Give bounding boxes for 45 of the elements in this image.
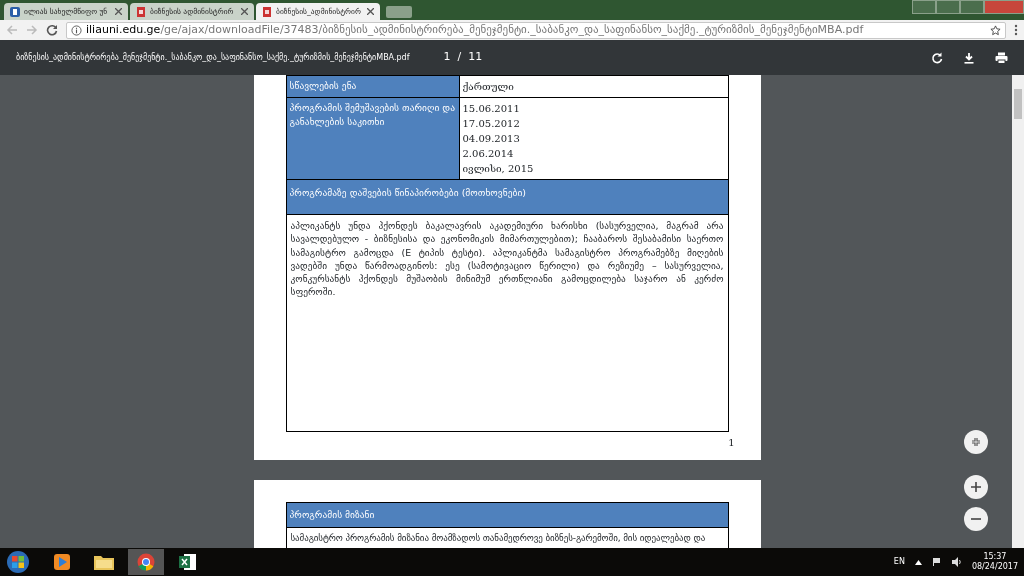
rotate-icon[interactable] [931,51,943,64]
page-indicator: 1 / 11 [443,49,483,66]
row-value: 17.05.2012 [462,117,521,131]
row-label: სწავლების ენა [286,76,460,97]
media-player-icon [53,553,71,571]
row-label: პროგრამის შემუშავების თარიღი და განახლების საკითხი [286,98,460,179]
menu-icon[interactable] [1014,24,1018,36]
fit-page-icon [971,437,981,447]
start-icon[interactable] [6,550,30,574]
section-heading: პროგრამაზე დაშვების წინაპირობები (მოთხოვნები) [286,179,728,215]
document-icon [262,6,272,17]
row-value: 15.06.2011 [462,102,521,116]
logo-icon [10,6,20,17]
print-icon[interactable] [995,51,1008,64]
clock[interactable]: 15:37 08/24/2017 [971,552,1018,572]
scrollbar[interactable] [1012,75,1024,548]
row-value: ივლისი, 2015 [462,162,535,176]
browser-icon [137,553,155,571]
zoom-in-button[interactable] [964,475,988,499]
chevron-up-icon[interactable] [914,559,922,565]
url-field[interactable]: iliauni.edu.ge/ge/ajax/downloadFile/37483/ბიზნესის_ადმინისტრირება_მენეჯმენტი._საბანკო_და_საფინანსო_საქმე._ტურიზმის_მენეჯმენტიMBA.pdf [66,21,1006,39]
download-icon[interactable] [963,51,975,64]
spreadsheet-icon [179,553,197,571]
star-icon[interactable] [990,24,1001,36]
row-value: 2.06.2014 [462,147,515,161]
flag-icon[interactable] [931,557,942,567]
row-value: ქართული [462,80,515,94]
section-paragraph: აპლიკანტს უნდა ჰქონდეს ბაკალავრის აკადემიური ხარისხი (სასურველია, მაგრამ არა სავალდებულო - ბიზნესისა და ეკონომიკის მიმართულებით); ჩააბაროს შესაბამისი საერთო სამაგისტრო გამოცდა (E ტიპის ტესტი). აპლიკანტმა სამაგისტრო პროგრამებზე მიღების ვადებში უნდა წარმოადგინოს: ესე (სამოტივაციო წერილი) და რეზიუმე – სასურველია, კონკურსანტს ჰქონდეს მუშაობის მინიმუმ ერთწლიანი გამოცდილება საჯარო ან კერძო სფეროში. [286,214,728,432]
close-icon[interactable] [115,8,122,15]
zoom-out-button[interactable] [964,507,988,531]
folder-icon [94,554,114,570]
speaker-icon[interactable] [951,557,962,567]
page-number: 1 [728,436,735,451]
language-indicator[interactable]: EN [893,556,905,568]
close-icon[interactable] [367,8,374,15]
close-icon[interactable] [241,8,248,15]
fit-page-button[interactable] [964,430,988,454]
file-name: ბიზნესის_ადმინისტრირება_მენეჯმენტი._საბანკო_და_საფინანსო_საქმე._ტურიზმის_მენეჯმენტიMBA.pdf [16,51,410,64]
reload-icon[interactable] [46,24,58,36]
section-heading: პროგრამის მიზანი [286,502,728,528]
row-value: 04.09.2013 [462,132,521,146]
info-icon [71,24,82,36]
document-icon [136,6,146,17]
scroll-thumb[interactable] [1014,89,1022,119]
plus-icon [971,482,981,492]
